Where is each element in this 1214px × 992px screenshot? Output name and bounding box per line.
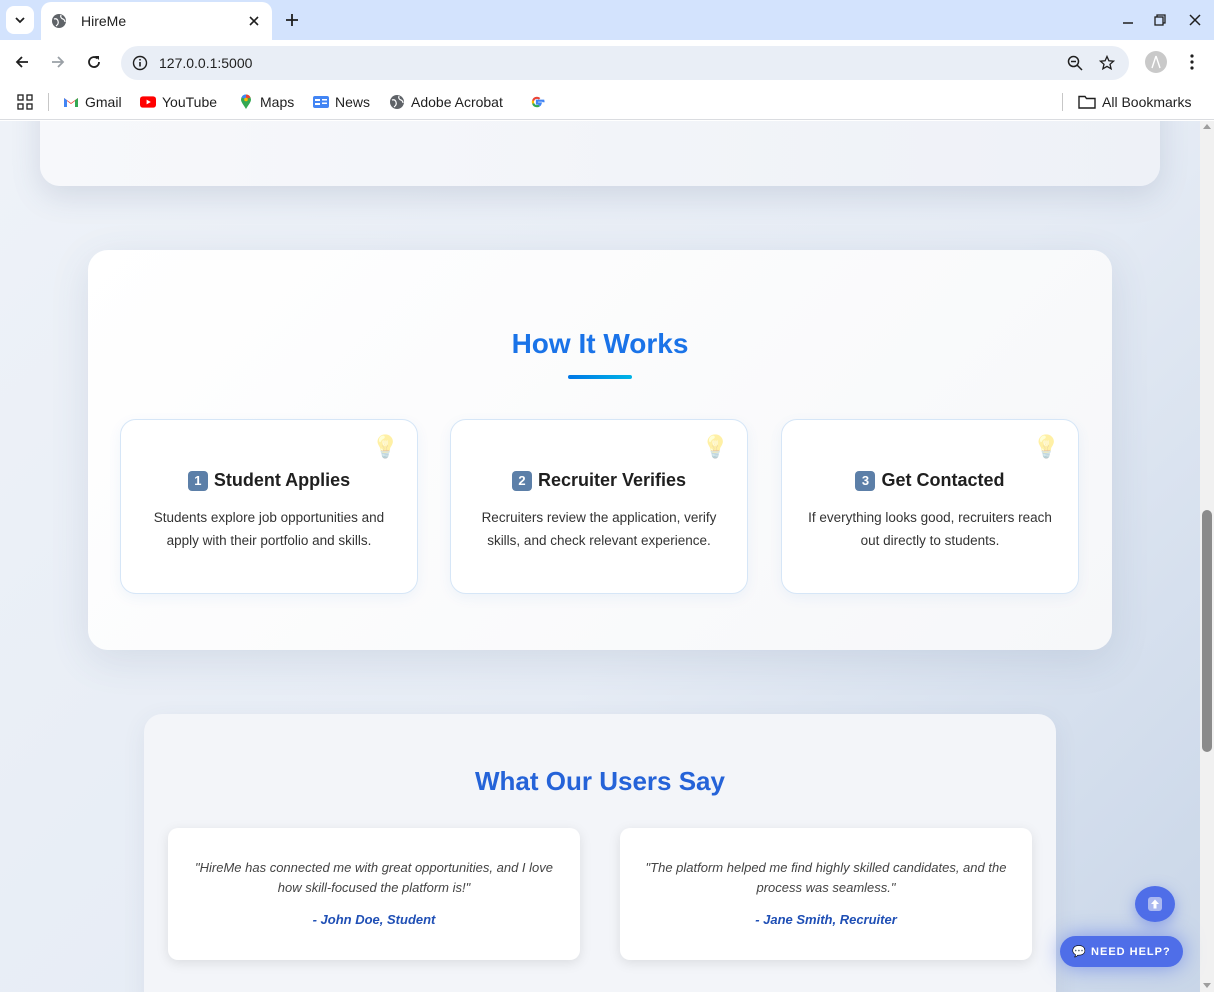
tab-strip: HireMe	[0, 0, 1214, 40]
site-info-icon[interactable]	[123, 46, 157, 80]
previous-section-card	[40, 121, 1160, 186]
all-bookmarks-button[interactable]: All Bookmarks	[1078, 90, 1191, 114]
testimonial-author: - Jane Smith, Recruiter	[755, 912, 897, 927]
folder-icon	[1078, 94, 1096, 110]
google-icon	[529, 94, 545, 110]
page-viewport: How It Works 💡 1 Student Applies Student…	[0, 121, 1200, 992]
step-title-text: Student Applies	[213, 470, 351, 490]
tab-title: HireMe	[81, 13, 127, 29]
bookmark-separator	[1062, 93, 1063, 111]
testimonials-section: What Our Users Say "HireMe has connected…	[144, 714, 1056, 992]
step-number-badge: 2	[511, 470, 532, 491]
how-it-works-section: How It Works 💡 1 Student Applies Student…	[88, 250, 1112, 650]
testimonial-card: "HireMe has connected me with great oppo…	[168, 828, 580, 960]
zoom-icon[interactable]	[1059, 46, 1091, 80]
window-controls	[1112, 0, 1214, 40]
reload-icon	[88, 56, 100, 68]
close-icon	[1189, 14, 1201, 26]
step-number-badge: 1	[187, 470, 208, 491]
scroll-up-arrow-icon[interactable]	[1203, 124, 1211, 129]
bookmark-separator	[48, 93, 49, 111]
step-description: If everything looks good, recruiters rea…	[808, 510, 1052, 548]
step-title: 3 Get Contacted	[782, 470, 1078, 491]
tab-search-button[interactable]	[6, 6, 34, 34]
bookmark-label: News	[335, 94, 371, 110]
apps-button[interactable]	[17, 90, 33, 114]
restore-icon	[1154, 14, 1166, 26]
bookmark-label: YouTube	[162, 94, 218, 110]
active-tab[interactable]: HireMe	[41, 2, 272, 40]
gmail-icon	[63, 94, 79, 110]
lightbulb-icon: 💡	[1032, 434, 1060, 459]
youtube-icon	[140, 94, 156, 110]
arrow-right-icon	[52, 56, 65, 68]
url-text[interactable]: 127.0.0.1:5000	[159, 55, 1059, 71]
minimize-icon	[1123, 22, 1133, 24]
lightbulb-icon: 💡	[701, 434, 729, 459]
chevron-down-icon	[15, 17, 25, 24]
step-card: 💡 3 Get Contacted If everything looks go…	[781, 419, 1079, 594]
close-window-button[interactable]	[1176, 0, 1214, 40]
step-title: 2 Recruiter Verifies	[451, 470, 747, 491]
scroll-down-arrow-icon[interactable]	[1203, 983, 1211, 988]
testimonial-card: "The platform helped me find highly skil…	[620, 828, 1032, 960]
arrow-left-icon	[15, 56, 28, 68]
new-tab-button[interactable]	[280, 8, 304, 32]
browser-menu-button[interactable]	[1180, 50, 1204, 74]
close-icon[interactable]	[246, 13, 262, 29]
step-title-text: Recruiter Verifies	[537, 470, 687, 490]
star-icon[interactable]	[1091, 46, 1123, 80]
bookmark-label: Maps	[260, 94, 295, 110]
globe-icon	[389, 94, 405, 110]
bookmark-label: Adobe Acrobat	[411, 94, 503, 110]
reload-button[interactable]	[82, 50, 106, 74]
bookmark-youtube[interactable]: YouTube	[140, 90, 217, 114]
need-help-button[interactable]: 💬 NEED HELP?	[1060, 936, 1183, 967]
bookmarks-bar: Gmail YouTube Maps News Adobe Acrobat Al…	[0, 85, 1214, 120]
maps-icon	[238, 94, 254, 110]
arrow-up-icon	[1148, 897, 1162, 911]
globe-icon	[51, 13, 67, 29]
step-number-badge: 3	[855, 470, 876, 491]
apps-grid-icon	[17, 94, 33, 110]
bookmark-maps[interactable]: Maps	[238, 90, 294, 114]
step-description: Students explore job opportunities and a…	[153, 510, 385, 548]
title-underline	[568, 375, 632, 379]
minimize-button[interactable]	[1112, 0, 1144, 40]
bookmark-google[interactable]	[529, 90, 551, 114]
avatar-icon	[1151, 55, 1161, 69]
step-description: Recruiters review the application, verif…	[481, 510, 717, 548]
testimonial-author: - John Doe, Student	[312, 912, 436, 927]
bookmark-adobe-acrobat[interactable]: Adobe Acrobat	[389, 90, 503, 114]
profile-avatar[interactable]	[1145, 51, 1167, 73]
testimonial-quote: "The platform helped me find highly skil…	[645, 860, 1007, 895]
page-scrollbar[interactable]	[1200, 121, 1214, 992]
scrollbar-thumb[interactable]	[1202, 510, 1212, 752]
back-button[interactable]	[10, 50, 34, 74]
more-vert-icon	[1190, 54, 1194, 70]
address-bar[interactable]: 127.0.0.1:5000	[121, 46, 1129, 80]
bookmark-label: Gmail	[85, 94, 122, 110]
plus-icon	[286, 14, 298, 26]
scroll-to-top-button[interactable]	[1135, 886, 1175, 922]
browser-toolbar: 127.0.0.1:5000	[0, 40, 1214, 85]
lightbulb-icon: 💡	[371, 434, 399, 459]
how-it-works-title: How It Works	[511, 328, 689, 359]
testimonials-title: What Our Users Say	[475, 766, 725, 796]
testimonial-quote: "HireMe has connected me with great oppo…	[195, 860, 553, 895]
news-icon	[313, 94, 329, 110]
restore-button[interactable]	[1144, 0, 1176, 40]
step-title: 1 Student Applies	[121, 470, 417, 491]
forward-button[interactable]	[46, 50, 70, 74]
bookmark-news[interactable]: News	[313, 90, 370, 114]
step-title-text: Get Contacted	[881, 470, 1005, 490]
step-card: 💡 1 Student Applies Students explore job…	[120, 419, 418, 594]
bookmark-gmail[interactable]: Gmail	[63, 90, 122, 114]
step-card: 💡 2 Recruiter Verifies Recruiters review…	[450, 419, 748, 594]
all-bookmarks-label: All Bookmarks	[1102, 94, 1192, 110]
